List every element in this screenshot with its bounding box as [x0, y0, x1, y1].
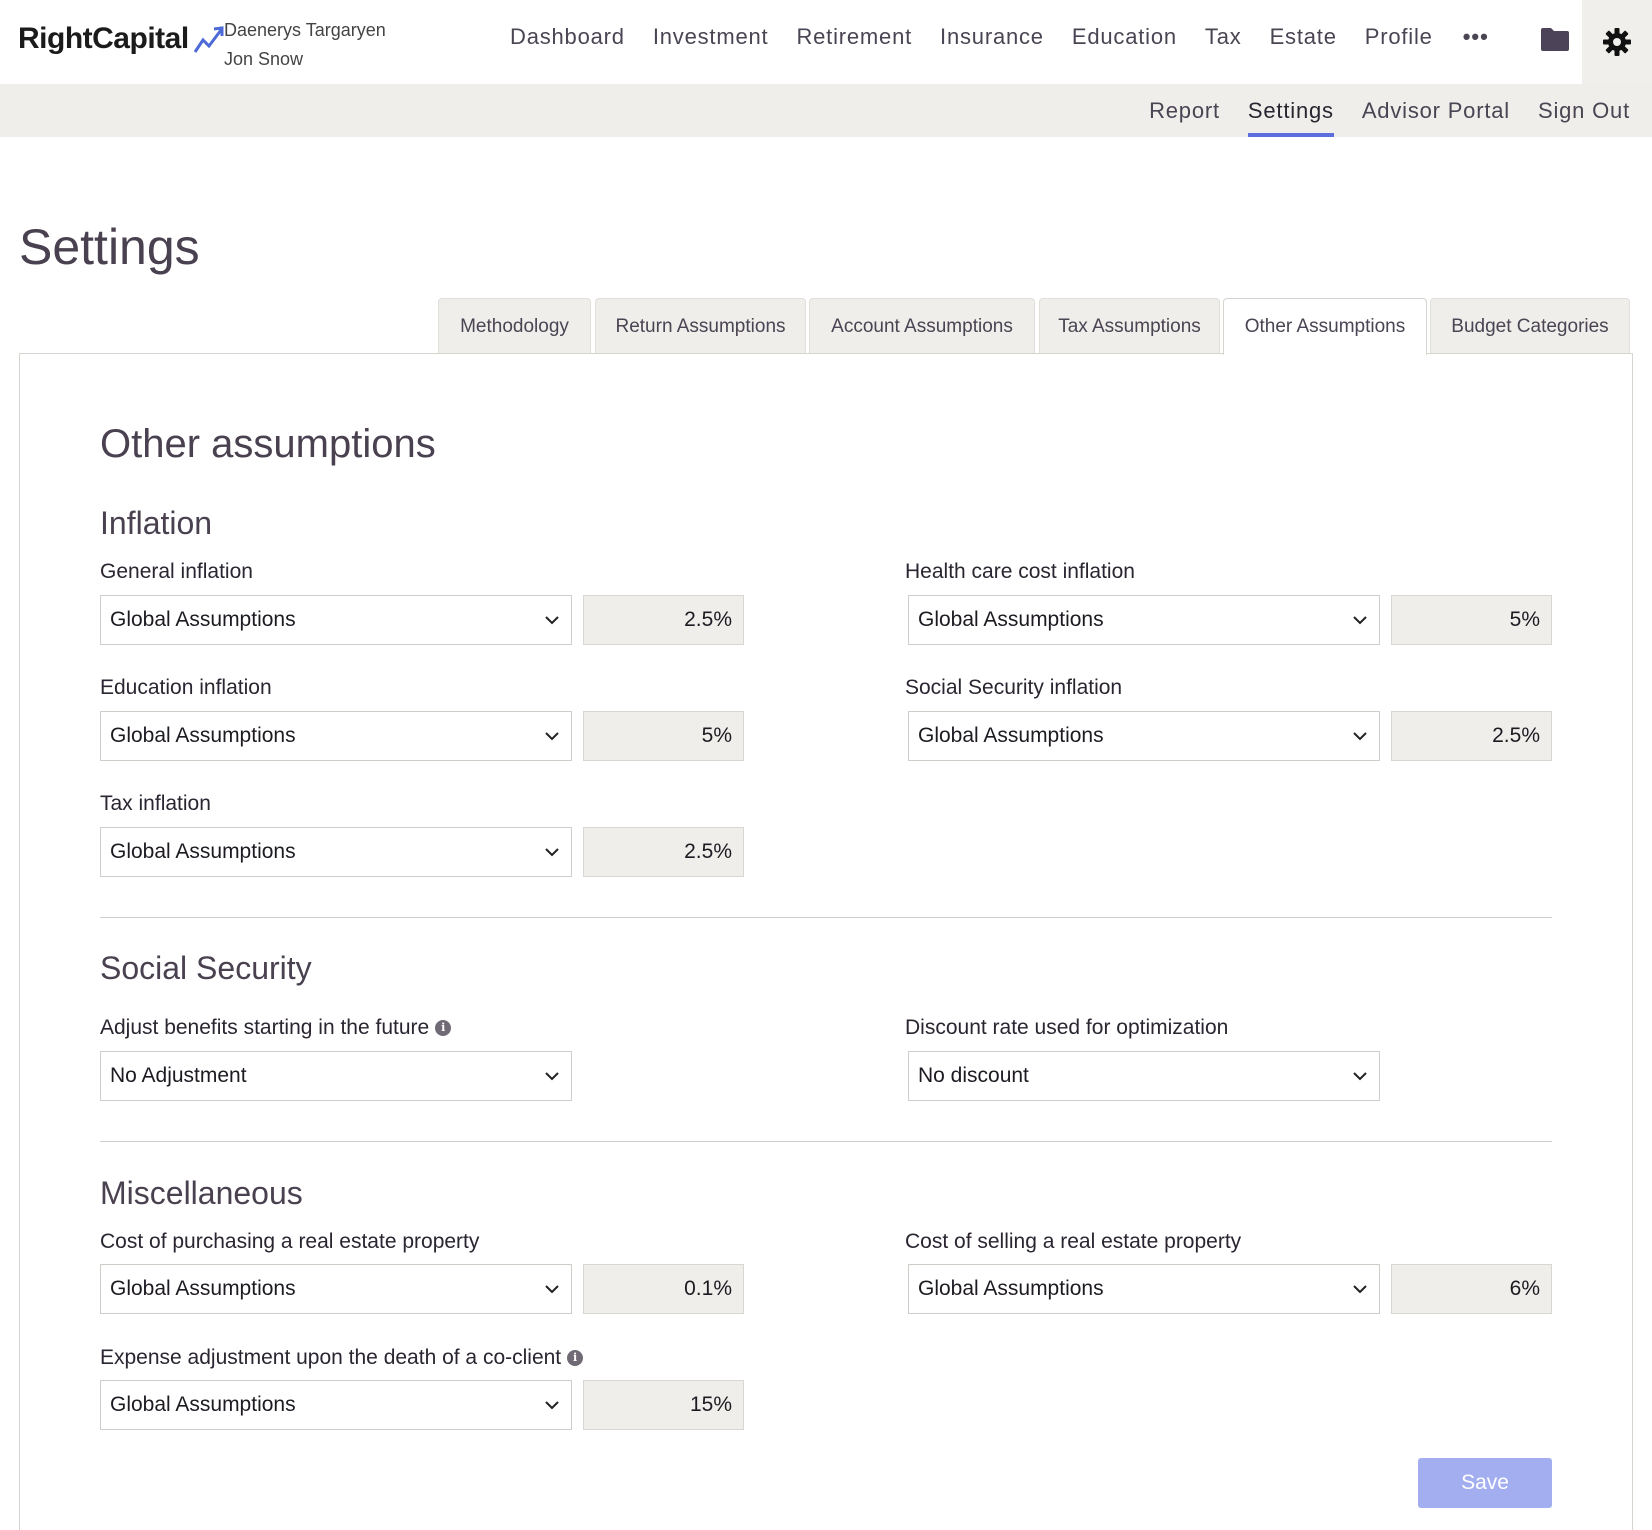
health-inflation-value[interactable]: 5%: [1391, 595, 1552, 645]
general-inflation-select-value: Global Assumptions: [110, 608, 296, 631]
tax-inflation-select-value: Global Assumptions: [110, 840, 296, 863]
subnav-advisor-portal[interactable]: Advisor Portal: [1362, 84, 1510, 137]
death-expense-select-value: Global Assumptions: [110, 1393, 296, 1416]
client-name-1: Daenerys Targaryen: [224, 20, 386, 40]
subnav-settings[interactable]: Settings: [1247, 84, 1334, 137]
health-inflation-select-value: Global Assumptions: [918, 608, 1104, 631]
section-divider: [100, 1141, 1552, 1142]
inflation-heading: Inflation: [100, 505, 213, 541]
chevron-down-icon: [1353, 1072, 1367, 1081]
nav-profile[interactable]: Profile: [1365, 24, 1433, 50]
sub-header: Report Settings Advisor Portal Sign Out: [0, 84, 1652, 137]
main-nav: Dashboard Investment Retirement Insuranc…: [510, 24, 1521, 50]
adjust-benefits-label-text: Adjust benefits starting in the future: [100, 1016, 430, 1039]
nav-estate[interactable]: Estate: [1270, 24, 1337, 50]
tab-account-assumptions[interactable]: Account Assumptions: [809, 298, 1035, 354]
sub-nav: Report Settings Advisor Portal Sign Out: [1121, 84, 1630, 137]
tab-methodology[interactable]: Methodology: [438, 298, 591, 354]
tab-other-assumptions[interactable]: Other Assumptions: [1223, 298, 1427, 355]
education-inflation-select[interactable]: Global Assumptions: [100, 711, 572, 761]
chevron-down-icon: [1353, 732, 1367, 741]
discount-rate-select-value: No discount: [918, 1064, 1029, 1087]
chevron-down-icon: [545, 732, 559, 741]
save-button[interactable]: Save: [1418, 1458, 1552, 1508]
death-expense-select[interactable]: Global Assumptions: [100, 1380, 572, 1430]
adjust-benefits-select-value: No Adjustment: [110, 1064, 247, 1087]
general-inflation-value[interactable]: 2.5%: [583, 595, 744, 645]
section-divider: [100, 917, 1552, 918]
info-icon[interactable]: i: [567, 1350, 584, 1366]
selling-cost-select-value: Global Assumptions: [918, 1277, 1104, 1300]
chevron-down-icon: [545, 616, 559, 625]
logo-text: RightCapital: [18, 22, 189, 55]
education-inflation-value[interactable]: 5%: [583, 711, 744, 761]
nav-retirement[interactable]: Retirement: [796, 24, 912, 50]
tax-inflation-value[interactable]: 2.5%: [583, 827, 744, 877]
purchase-cost-value[interactable]: 0.1%: [583, 1264, 744, 1314]
tab-return-assumptions[interactable]: Return Assumptions: [595, 298, 806, 354]
social-security-inflation-label: Social Security inflation: [905, 676, 1123, 699]
logo-arrow-icon: [193, 26, 224, 53]
education-inflation-select-value: Global Assumptions: [110, 724, 296, 747]
nav-tax[interactable]: Tax: [1205, 24, 1242, 50]
discount-rate-select[interactable]: No discount: [908, 1051, 1380, 1101]
info-icon[interactable]: i: [435, 1020, 452, 1036]
client-name-2: Jon Snow: [224, 49, 304, 69]
chevron-down-icon: [545, 1072, 559, 1081]
tab-tax-assumptions[interactable]: Tax Assumptions: [1039, 298, 1220, 354]
nav-insurance[interactable]: Insurance: [940, 24, 1044, 50]
subnav-sign-out[interactable]: Sign Out: [1538, 84, 1630, 137]
gear-icon[interactable]: [1582, 0, 1652, 84]
subnav-report[interactable]: Report: [1149, 84, 1220, 137]
page-title: Settings: [19, 219, 200, 275]
purchase-cost-select[interactable]: Global Assumptions: [100, 1264, 572, 1314]
nav-investment[interactable]: Investment: [653, 24, 769, 50]
general-inflation-select[interactable]: Global Assumptions: [100, 595, 572, 645]
tax-inflation-select[interactable]: Global Assumptions: [100, 827, 572, 877]
social-security-inflation-select[interactable]: Global Assumptions: [908, 711, 1380, 761]
settings-tabs: Methodology Return Assumptions Account A…: [0, 298, 1652, 355]
social-security-inflation-value[interactable]: 2.5%: [1391, 711, 1552, 761]
tax-inflation-label: Tax inflation: [100, 792, 211, 815]
purchase-cost-select-value: Global Assumptions: [110, 1277, 296, 1300]
chevron-down-icon: [1353, 616, 1367, 625]
social-security-heading: Social Security: [100, 950, 312, 986]
health-inflation-select[interactable]: Global Assumptions: [908, 595, 1380, 645]
nav-education[interactable]: Education: [1072, 24, 1177, 50]
death-expense-value[interactable]: 15%: [583, 1380, 744, 1430]
chevron-down-icon: [545, 848, 559, 857]
adjust-benefits-label: Adjust benefits starting in the future i: [100, 1016, 452, 1040]
death-expense-label: Expense adjustment upon the death of a c…: [100, 1346, 584, 1370]
nav-dashboard[interactable]: Dashboard: [510, 24, 625, 50]
chevron-down-icon: [1353, 1285, 1367, 1294]
death-expense-label-text: Expense adjustment upon the death of a c…: [100, 1346, 562, 1369]
folder-icon[interactable]: [1540, 26, 1570, 57]
general-inflation-label: General inflation: [100, 560, 253, 583]
logo[interactable]: RightCapital: [18, 22, 227, 56]
more-menu-icon[interactable]: •••: [1463, 24, 1489, 50]
social-security-inflation-select-value: Global Assumptions: [918, 724, 1104, 747]
chevron-down-icon: [545, 1401, 559, 1410]
tab-budget-categories[interactable]: Budget Categories: [1430, 298, 1630, 354]
miscellaneous-heading: Miscellaneous: [100, 1175, 303, 1211]
chevron-down-icon: [545, 1285, 559, 1294]
client-names: Daenerys Targaryen Jon Snow: [224, 16, 386, 74]
selling-cost-select[interactable]: Global Assumptions: [908, 1264, 1380, 1314]
adjust-benefits-select[interactable]: No Adjustment: [100, 1051, 572, 1101]
selling-cost-label: Cost of selling a real estate property: [905, 1230, 1242, 1253]
top-header: RightCapital Daenerys Targaryen Jon Snow…: [0, 0, 1652, 84]
discount-rate-label: Discount rate used for optimization: [905, 1016, 1229, 1039]
purchase-cost-label: Cost of purchasing a real estate propert…: [100, 1230, 480, 1253]
education-inflation-label: Education inflation: [100, 676, 272, 699]
section-heading: Other assumptions: [100, 422, 436, 466]
health-inflation-label: Health care cost inflation: [905, 560, 1135, 583]
selling-cost-value[interactable]: 6%: [1391, 1264, 1552, 1314]
